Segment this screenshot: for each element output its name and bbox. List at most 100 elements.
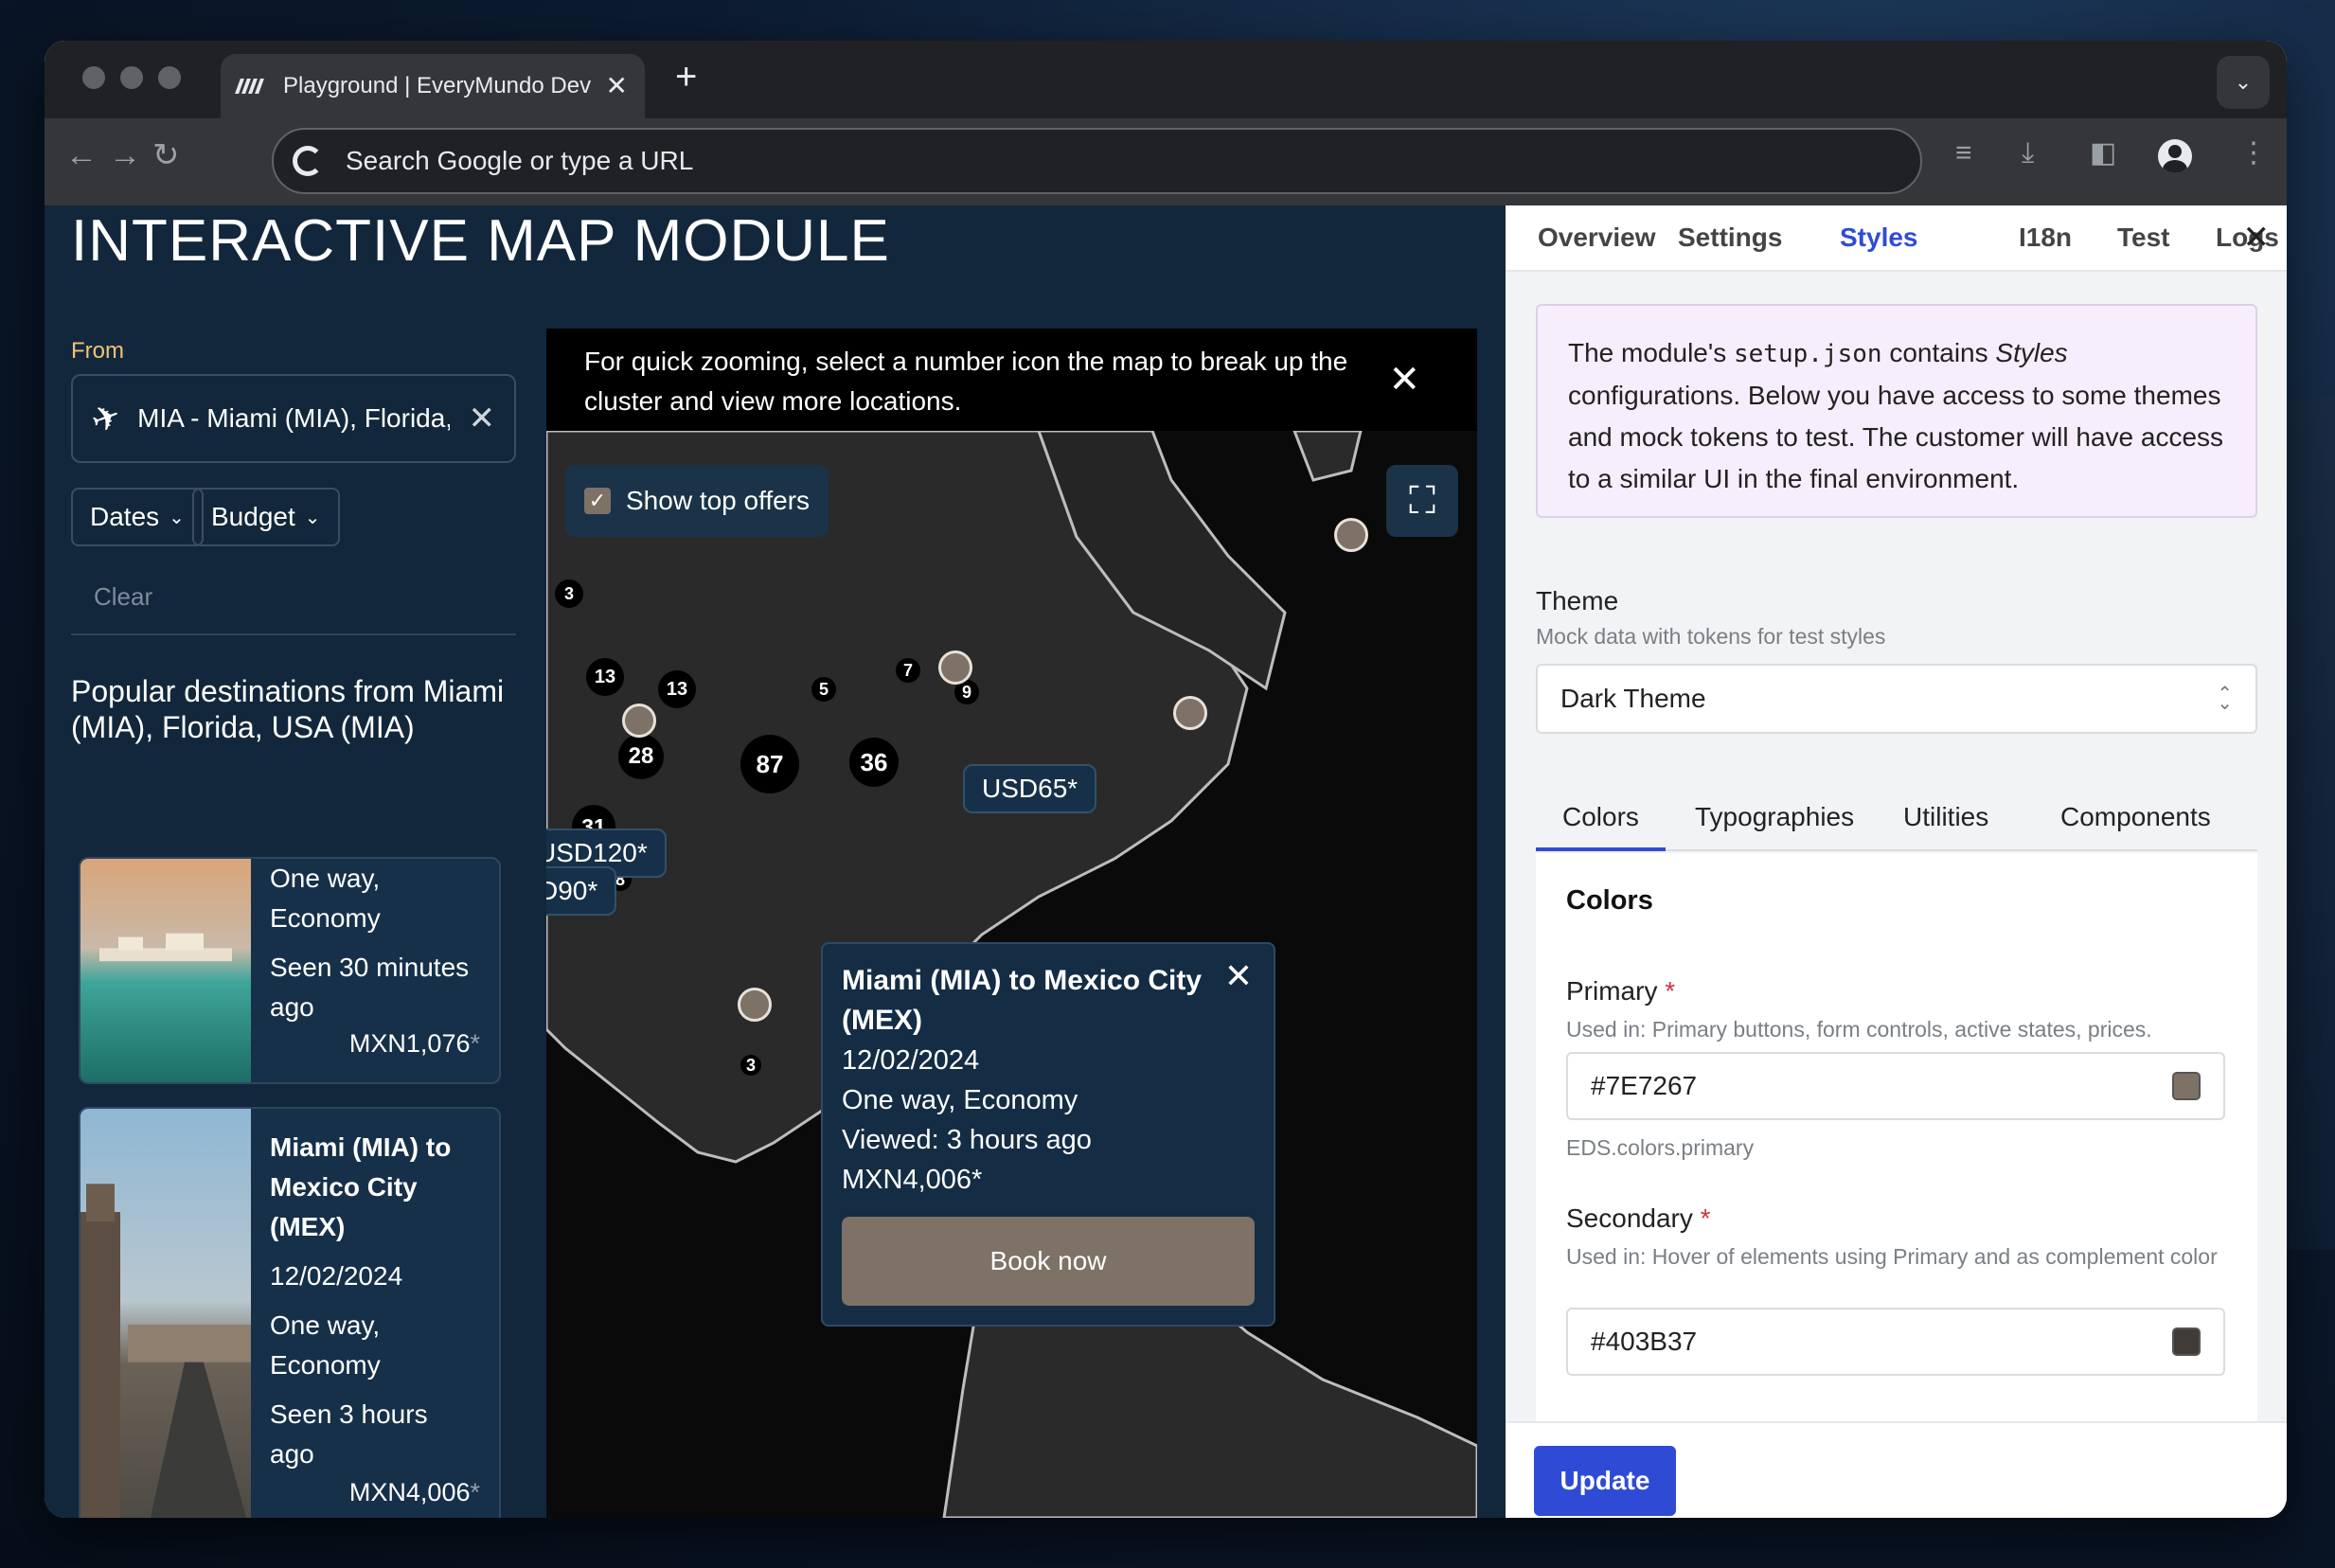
book-now-button[interactable]: Book now [842, 1217, 1255, 1306]
subtab-colors[interactable]: Colors [1536, 793, 1666, 851]
tab-i18n[interactable]: I18n [2019, 223, 2072, 253]
minimize-window-button[interactable] [120, 66, 143, 89]
secondary-label: Secondary * [1566, 1203, 1711, 1234]
map-price-tag[interactable]: D90* [546, 866, 617, 916]
download-icon[interactable]: ⤓ [2022, 139, 2034, 168]
destination-card[interactable]: Miami (MIA) to Mexico City (MEX) 12/02/2… [79, 1107, 501, 1518]
module-preview: INTERACTIVE MAP MODULE From ✈ MIA - Miam… [45, 205, 1506, 1518]
card-price-value: MXN1,076 [348, 1029, 471, 1058]
map-cluster-marker[interactable]: 5 [811, 677, 836, 702]
tab-close-icon[interactable]: ✕ [606, 73, 628, 99]
tab-search-button[interactable]: ⌄ [2217, 56, 2270, 109]
origin-field[interactable]: ✈ MIA - Miami (MIA), Florida, USA (MIA) … [71, 374, 516, 463]
maximize-window-button[interactable] [158, 66, 181, 89]
theme-label: Theme [1536, 586, 1619, 615]
browser-tab[interactable]: Playground | EveryMundo Dev ✕ [221, 54, 645, 118]
required-mark: * [1700, 1203, 1711, 1233]
tab-settings[interactable]: Settings [1678, 223, 1782, 253]
subtab-typographies[interactable]: Typographies [1668, 793, 1880, 851]
style-subtabs: Colors Typographies Utilities Components [1536, 793, 2257, 851]
note-text: The module's [1568, 338, 1734, 367]
note-text: configurations. Below you have access to… [1568, 381, 2224, 493]
popup-viewed: Viewed: 3 hours ago [842, 1125, 1092, 1155]
secondary-color-value: #403B37 [1591, 1327, 1698, 1356]
popup-trip: One way, Economy [842, 1085, 1078, 1115]
clear-origin-icon[interactable]: ✕ [469, 400, 496, 437]
map-cluster-marker[interactable]: 13 [658, 670, 696, 708]
forward-arrow-icon[interactable]: → [109, 139, 141, 171]
reload-icon[interactable]: ↻ [152, 139, 180, 171]
show-top-offers-toggle[interactable]: ✓ Show top offers [565, 465, 829, 537]
primary-color-input[interactable]: #7E7267 [1566, 1052, 2225, 1120]
map-hint-text: For quick zooming, select a number icon … [584, 347, 1348, 416]
map-price-tag[interactable]: USD65* [963, 764, 1097, 813]
fullscreen-icon[interactable]: ⛶ [1386, 465, 1458, 537]
clear-filters-button[interactable]: Clear [94, 582, 152, 612]
colors-panel: Colors Primary * Used in: Primary button… [1536, 853, 2257, 1421]
module-title: INTERACTIVE MAP MODULE [71, 208, 890, 274]
tab-test[interactable]: Test [2117, 223, 2170, 253]
theme-description: Mock data with tokens for test styles [1536, 624, 1886, 649]
back-arrow-icon[interactable]: ← [65, 139, 98, 171]
update-button[interactable]: Update [1534, 1446, 1676, 1516]
map-cluster-marker[interactable]: 7 [896, 658, 920, 683]
panel-footer: Update [1506, 1421, 2287, 1518]
secondary-label-text: Secondary [1566, 1203, 1693, 1233]
tab-overview[interactable]: Overview [1538, 223, 1656, 253]
theme-value: Dark Theme [1560, 684, 1706, 713]
page-content: INTERACTIVE MAP MODULE From ✈ MIA - Miam… [45, 205, 2287, 1518]
destination-photo [80, 1109, 251, 1518]
theme-select[interactable]: Dark Theme ⌃ ⌄ [1536, 664, 2257, 734]
map-hint-banner: For quick zooming, select a number icon … [546, 329, 1477, 431]
budget-dropdown[interactable]: Budget ⌄ [192, 488, 340, 546]
primary-color-value: #7E7267 [1591, 1071, 1698, 1100]
media-controls-icon[interactable]: ≡ [1955, 139, 1972, 168]
from-label: From [71, 338, 124, 364]
close-panel-icon[interactable]: ✕ [2243, 219, 2271, 257]
destination-card[interactable]: One way, Economy Seen 30 minutes ago MXN… [79, 857, 501, 1084]
map-cluster-marker[interactable]: 28 [618, 734, 664, 779]
color-swatch-icon[interactable] [2172, 1327, 2201, 1356]
map-cluster-marker[interactable]: 3 [555, 579, 583, 608]
card-info: Miami (MIA) to Mexico City (MEX) 12/02/2… [270, 1128, 493, 1474]
map-pin-marker[interactable] [938, 650, 972, 685]
secondary-color-input[interactable]: #403B37 [1566, 1308, 2225, 1376]
divider [71, 633, 516, 635]
note-emphasis: Styles [1995, 338, 2068, 367]
side-panel-icon[interactable]: ◧ [2090, 139, 2116, 168]
map-pin-marker[interactable] [622, 704, 656, 738]
interactive-map[interactable]: For quick zooming, select a number icon … [546, 329, 1477, 1518]
dates-label: Dates [90, 502, 160, 531]
map-pin-marker[interactable] [1173, 696, 1207, 730]
profile-avatar-icon[interactable] [2158, 139, 2192, 173]
map-cluster-marker[interactable]: 13 [586, 658, 624, 696]
map-cluster-marker[interactable]: 36 [849, 738, 899, 787]
card-price: MXN1,076* [349, 1029, 480, 1059]
tab-styles[interactable]: Styles [1840, 223, 1918, 253]
dates-dropdown[interactable]: Dates ⌄ [71, 488, 204, 546]
map-pin-marker[interactable] [738, 988, 772, 1022]
origin-value: MIA - Miami (MIA), Florida, USA (MIA) [137, 403, 451, 433]
subtab-utilities[interactable]: Utilities [1877, 793, 2015, 851]
map-cluster-marker[interactable]: 3 [740, 1055, 761, 1076]
card-seen-suffix: ago [270, 1439, 314, 1469]
panel-tabs: Overview Settings Styles I18n Test Logs … [1506, 205, 2287, 272]
budget-label: Budget [211, 502, 295, 531]
close-window-button[interactable] [82, 66, 105, 89]
subtab-components[interactable]: Components [2034, 793, 2237, 851]
close-popup-icon[interactable]: ✕ [1224, 959, 1253, 993]
price-asterisk: * [470, 1029, 480, 1058]
window-controls [82, 66, 181, 89]
note-text: contains [1881, 338, 1996, 367]
address-bar[interactable]: Search Google or type a URL [272, 128, 1922, 194]
map-pin-marker[interactable] [1334, 518, 1368, 552]
checkbox-checked-icon[interactable]: ✓ [584, 488, 611, 514]
new-tab-button[interactable]: + [675, 58, 697, 96]
close-hint-icon[interactable]: ✕ [1388, 361, 1420, 399]
more-menu-icon[interactable]: ⋮ [2239, 139, 2268, 168]
google-icon [293, 146, 323, 176]
map-cluster-marker[interactable]: 87 [740, 735, 799, 793]
card-cabin: Economy [270, 1350, 381, 1380]
primary-help: Used in: Primary buttons, form controls,… [1566, 1017, 2152, 1042]
color-swatch-icon[interactable] [2172, 1072, 2201, 1100]
